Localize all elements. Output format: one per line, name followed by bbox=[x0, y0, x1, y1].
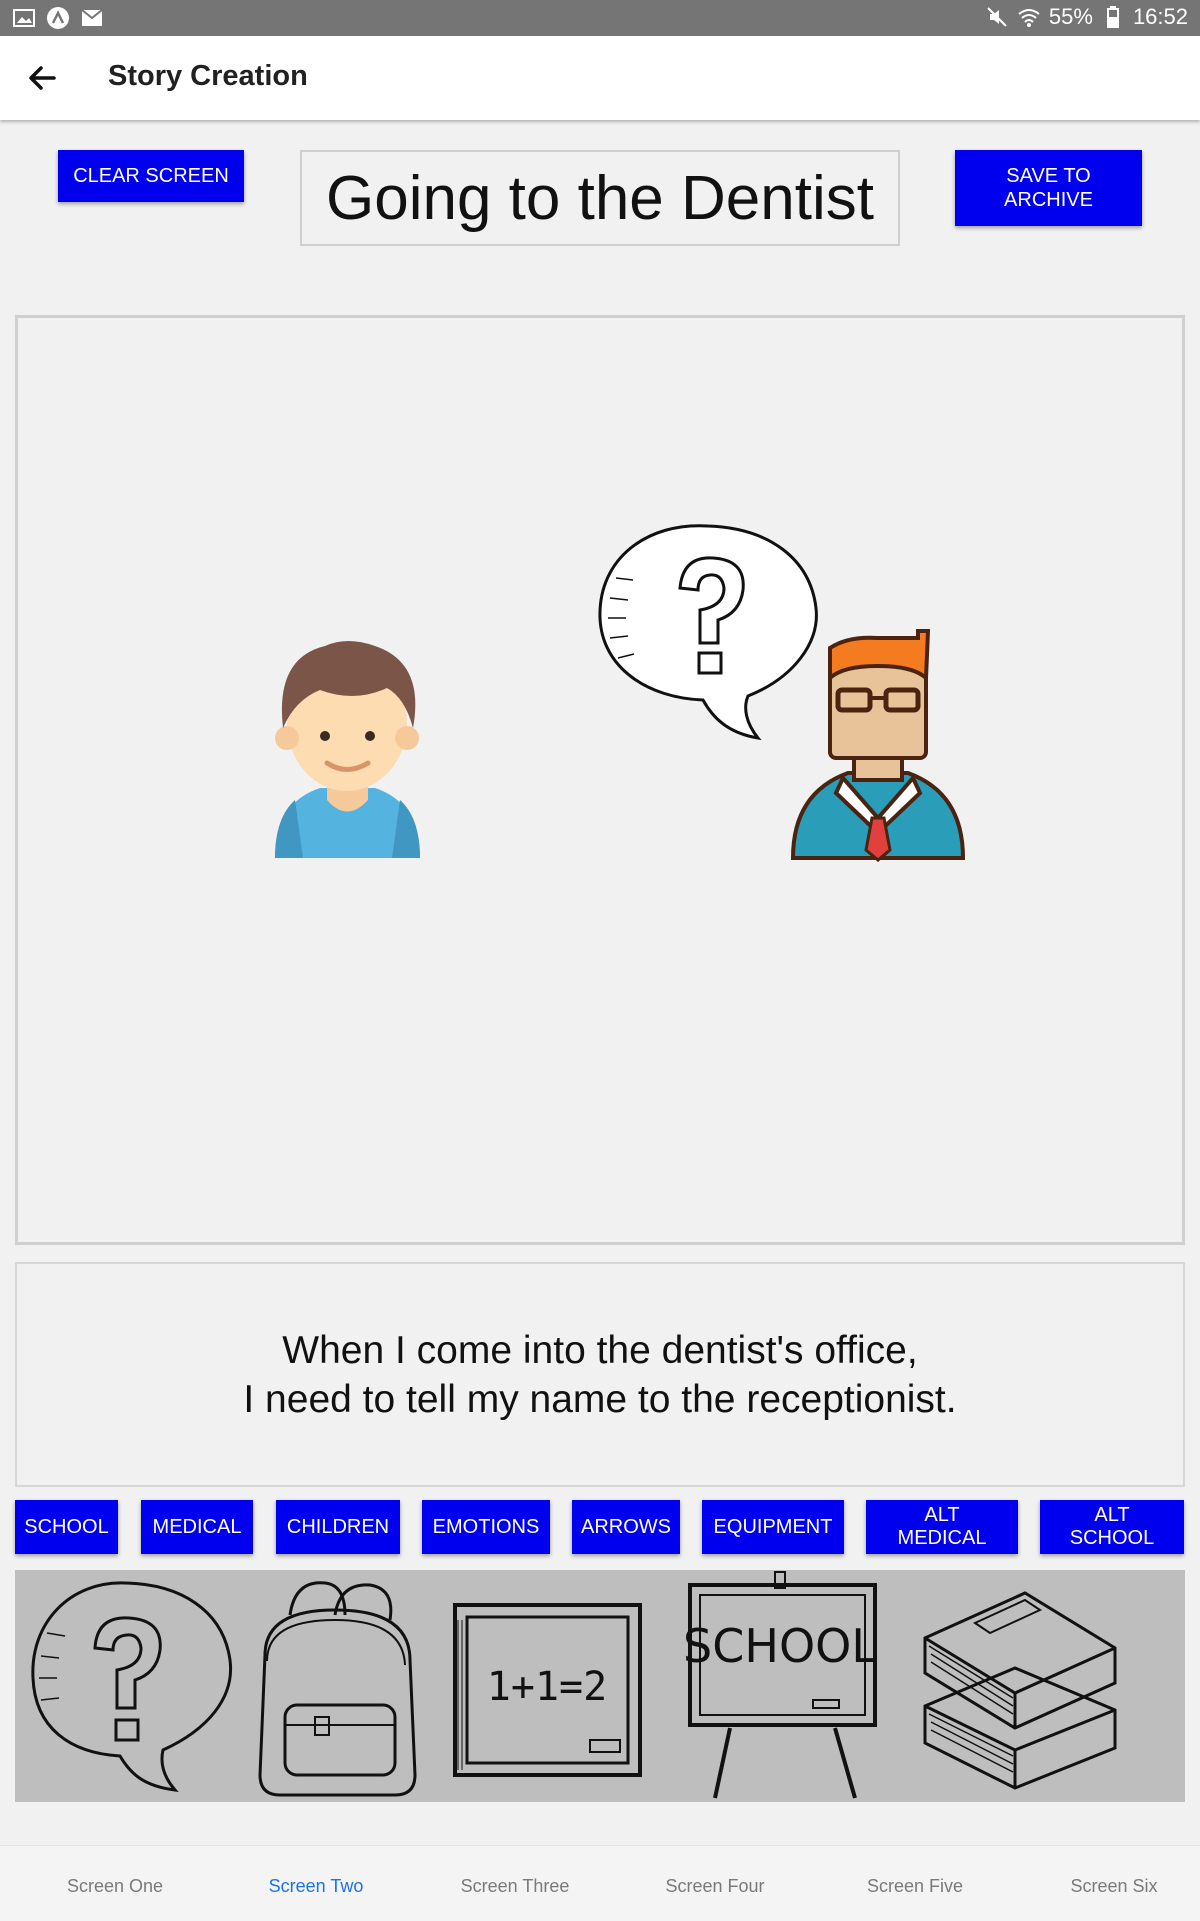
school-board-text: SCHOOL bbox=[685, 1619, 877, 1673]
category-equipment-button[interactable]: EQUIPMENT bbox=[702, 1500, 844, 1554]
tab-screen-four[interactable]: Screen Four bbox=[635, 1876, 795, 1897]
mail-icon bbox=[80, 6, 104, 30]
battery-percent: 55% bbox=[1048, 4, 1093, 29]
caption-line-2: I need to tell my name to the receptioni… bbox=[243, 1377, 957, 1421]
teacher-figure[interactable] bbox=[788, 628, 968, 863]
tab-screen-two[interactable]: Screen Two bbox=[236, 1876, 396, 1897]
category-medical-button[interactable]: MEDICAL bbox=[141, 1500, 253, 1554]
tray-school-board-icon[interactable]: SCHOOL bbox=[685, 1570, 880, 1802]
category-alt-school-button[interactable]: ALT SCHOOL bbox=[1040, 1500, 1184, 1554]
bottom-navigation: Screen One Screen Two Screen Three Scree… bbox=[0, 1845, 1200, 1921]
category-children-button[interactable]: CHILDREN bbox=[276, 1500, 400, 1554]
tray-books-icon[interactable] bbox=[915, 1588, 1145, 1793]
app-icon bbox=[46, 6, 70, 30]
chalkboard-text: 1+1=2 bbox=[487, 1664, 607, 1710]
tab-screen-six[interactable]: Screen Six bbox=[1034, 1876, 1194, 1897]
tab-screen-one[interactable]: Screen One bbox=[35, 1876, 195, 1897]
tray-backpack-icon[interactable] bbox=[245, 1575, 430, 1800]
mute-icon bbox=[985, 5, 1009, 29]
category-emotions-button[interactable]: EMOTIONS bbox=[422, 1500, 550, 1554]
tab-screen-five[interactable]: Screen Five bbox=[835, 1876, 995, 1897]
tray-chalkboard-icon[interactable]: 1+1=2 bbox=[450, 1600, 645, 1785]
clock: 16:52 bbox=[1132, 4, 1188, 29]
tray-question-bubble-icon[interactable] bbox=[25, 1578, 240, 1798]
page-title: Story Creation bbox=[108, 60, 308, 92]
category-bar: SCHOOL MEDICAL CHILDREN EMOTIONS ARROWS … bbox=[0, 1500, 1200, 1556]
image-tray: 1+1=2 SCHOOL bbox=[15, 1570, 1185, 1802]
caption-box[interactable]: When I come into the dentist's office, I… bbox=[15, 1262, 1185, 1487]
category-arrows-button[interactable]: ARROWS bbox=[572, 1500, 680, 1554]
caption-line-1: When I come into the dentist's office, bbox=[282, 1328, 918, 1372]
battery-icon bbox=[1101, 5, 1125, 29]
status-bar: 55% 16:52 bbox=[0, 0, 1200, 36]
clear-screen-button[interactable]: CLEAR SCREEN bbox=[58, 150, 244, 202]
image-icon bbox=[12, 6, 36, 30]
category-alt-medical-button[interactable]: ALT MEDICAL bbox=[866, 1500, 1018, 1554]
tab-screen-three[interactable]: Screen Three bbox=[435, 1876, 595, 1897]
save-to-archive-button[interactable]: SAVE TO ARCHIVE bbox=[955, 150, 1142, 226]
wifi-icon bbox=[1017, 5, 1041, 29]
story-title-field[interactable]: Going to the Dentist bbox=[300, 150, 900, 246]
app-bar: Story Creation bbox=[0, 36, 1200, 120]
category-school-button[interactable]: SCHOOL bbox=[15, 1500, 118, 1554]
boy-figure[interactable] bbox=[265, 628, 430, 863]
story-canvas[interactable] bbox=[15, 315, 1185, 1245]
back-arrow-icon[interactable] bbox=[22, 58, 62, 98]
